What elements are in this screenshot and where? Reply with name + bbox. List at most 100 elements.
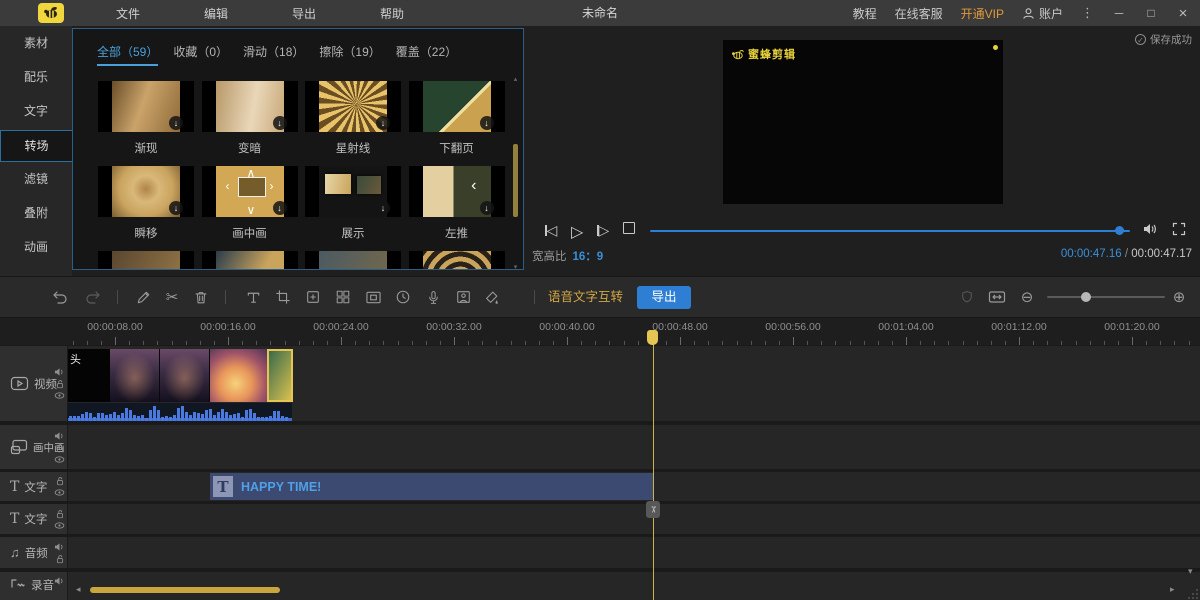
sidebar-item-filters[interactable]: 滤镜 (0, 162, 72, 196)
tab-favorites[interactable]: 收藏（0） (173, 43, 228, 66)
menu-edit[interactable]: 编辑 (204, 5, 228, 22)
sidebar-item-overlays[interactable]: 叠附 (0, 196, 72, 230)
download-icon[interactable]: ↓ (169, 201, 183, 215)
tab-slide[interactable]: 滑动（18） (243, 43, 304, 66)
track-lock-icon[interactable] (55, 443, 65, 453)
chroma-paint-icon[interactable] (479, 277, 503, 317)
play-button[interactable]: ▷ (571, 222, 583, 242)
zoom-out-icon[interactable]: ⊖ (1016, 277, 1038, 317)
track-lock-icon[interactable] (55, 554, 65, 564)
redo-button[interactable] (81, 277, 105, 317)
track-pip[interactable]: 画中画 (0, 425, 1200, 469)
speech-to-text-button[interactable]: 语音文字互转 (548, 277, 623, 317)
transition-thumbnail[interactable] (202, 251, 298, 270)
prev-frame-button[interactable]: ◁ (545, 222, 557, 239)
tab-cover[interactable]: 覆盖（22） (396, 43, 457, 66)
mask-rect-icon[interactable] (361, 277, 385, 317)
transition-thumbnail[interactable] (409, 251, 505, 270)
download-icon[interactable]: ↓ (480, 116, 494, 130)
transition-thumbnail[interactable]: ↓ (305, 166, 401, 217)
zoom-in-icon[interactable]: ⊕ (1168, 277, 1190, 317)
crop-icon[interactable] (271, 277, 295, 317)
next-frame-button[interactable]: ▷ (597, 222, 609, 239)
timeline-zoom-slider[interactable] (1047, 296, 1165, 298)
video-clip-thumbnail[interactable] (160, 349, 210, 402)
volume-button[interactable] (1142, 222, 1158, 236)
hscroll-left-icon[interactable]: ◂ (76, 584, 81, 595)
progress-handle[interactable] (1115, 226, 1124, 235)
track-text-2[interactable]: T 文字 (0, 504, 1200, 534)
track-volume-icon[interactable] (54, 367, 65, 377)
track-eye-icon[interactable] (54, 455, 65, 464)
minimize-button[interactable]: ─ (1112, 6, 1126, 20)
record-mic-icon[interactable] (421, 277, 445, 317)
track-eye-icon[interactable] (54, 521, 65, 530)
video-clip-selected[interactable] (267, 349, 293, 402)
track-lock-icon[interactable] (55, 476, 65, 486)
app-logo-icon[interactable] (38, 3, 64, 23)
export-button[interactable]: 导出 (637, 286, 691, 309)
sidebar-item-text[interactable]: 文字 (0, 94, 72, 128)
transition-thumbnail[interactable] (305, 251, 401, 270)
freeze-frame-icon[interactable] (301, 277, 325, 317)
hscroll-right-icon[interactable]: ▸ (1170, 584, 1175, 595)
duration-clock-icon[interactable] (391, 277, 415, 317)
menu-file[interactable]: 文件 (116, 5, 140, 22)
marker-shield-icon[interactable] (956, 277, 978, 317)
video-clip-thumbnail[interactable] (210, 349, 267, 402)
preview-progress-bar[interactable] (650, 230, 1130, 232)
playhead-split-handle[interactable]: ✂ (646, 501, 660, 518)
track-eye-icon[interactable] (54, 488, 65, 497)
download-icon[interactable]: ↓ (273, 116, 287, 130)
mosaic-icon[interactable] (331, 277, 355, 317)
sidebar-item-transitions[interactable]: 转场 (0, 130, 72, 162)
vip-link[interactable]: 开通VIP (961, 5, 1004, 22)
close-button[interactable]: × (1176, 5, 1190, 22)
transition-thumbnail[interactable]: ↓ (409, 81, 505, 132)
track-record[interactable]: 录音 (0, 572, 1200, 600)
track-audio[interactable]: ♫ 音频 (0, 537, 1200, 568)
zoom-slider-handle[interactable] (1081, 292, 1091, 302)
download-icon[interactable]: ↓ (376, 116, 390, 130)
track-volume-icon[interactable] (54, 576, 65, 586)
transition-thumbnail[interactable] (98, 251, 194, 270)
download-icon[interactable]: ↓ (480, 201, 494, 215)
scroll-down-icon[interactable]: ▾ (512, 263, 519, 270)
transition-thumbnail[interactable]: ↓ (98, 81, 194, 132)
stop-button[interactable] (623, 222, 635, 234)
account-button[interactable]: 账户 (1022, 5, 1063, 22)
sidebar-item-music[interactable]: 配乐 (0, 60, 72, 94)
support-link[interactable]: 在线客服 (895, 5, 943, 22)
transition-thumbnail[interactable]: ↓ (98, 166, 194, 217)
undo-button[interactable] (48, 277, 72, 317)
transition-thumbnail[interactable]: ‹↓ (409, 166, 505, 217)
download-icon[interactable]: ↓ (376, 201, 390, 215)
aspect-ratio[interactable]: 宽高比16：9 (532, 248, 603, 264)
vscroll-down-icon[interactable]: ▾ (1188, 566, 1193, 577)
timeline-ruler[interactable]: 00:00:08.0000:00:16.0000:00:24.0000:00:3… (0, 318, 1200, 345)
track-volume-icon[interactable] (54, 542, 65, 552)
download-icon[interactable]: ↓ (273, 201, 287, 215)
sidebar-item-media[interactable]: 素材 (0, 26, 72, 60)
track-volume-icon[interactable] (54, 431, 65, 441)
tutorial-link[interactable]: 教程 (853, 5, 877, 22)
text-clip[interactable]: T HAPPY TIME! (210, 473, 654, 500)
track-text-1[interactable]: T HAPPY TIME! T 文字 (0, 472, 1200, 501)
panel-scrollbar[interactable]: ▴ ▾ (512, 75, 519, 270)
video-preview[interactable]: 蜜蜂剪辑 (723, 40, 1003, 204)
sidebar-item-animation[interactable]: 动画 (0, 230, 72, 264)
transition-thumbnail[interactable]: ↓ (202, 81, 298, 132)
scroll-up-icon[interactable]: ▴ (512, 75, 519, 83)
maximize-button[interactable]: □ (1144, 6, 1158, 20)
playhead-marker[interactable] (647, 330, 658, 345)
resize-grip[interactable] (1188, 588, 1199, 599)
tab-wipe[interactable]: 擦除（19） (319, 43, 380, 66)
scrollbar-thumb[interactable] (513, 144, 518, 217)
horizontal-scrollbar[interactable] (90, 587, 280, 593)
track-lock-icon[interactable] (55, 379, 65, 389)
edit-pencil-icon[interactable] (131, 277, 155, 317)
transition-thumbnail[interactable]: ‹›∧∨↓ (202, 166, 298, 217)
playhead-line[interactable] (653, 332, 654, 600)
menu-export[interactable]: 导出 (292, 5, 316, 22)
text-tool-icon[interactable] (241, 277, 265, 317)
